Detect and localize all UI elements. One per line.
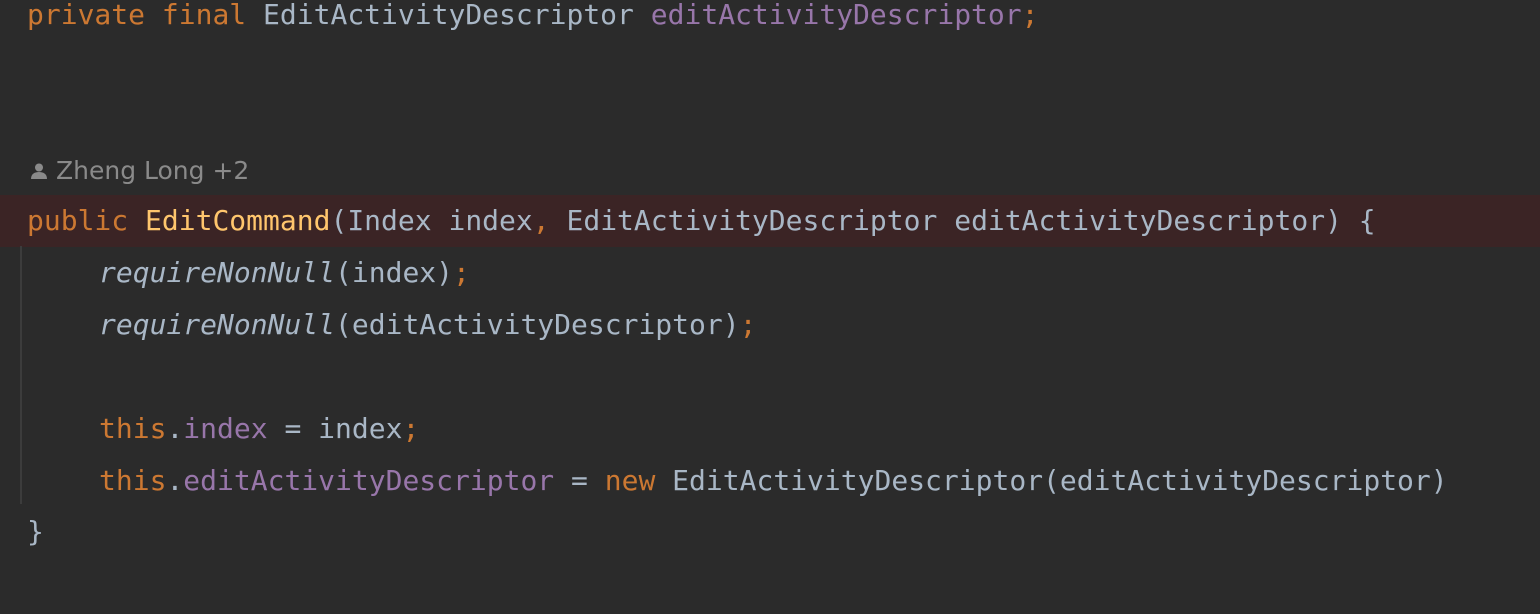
code-line-field-declaration[interactable]: private final EditActivityDescriptor edi… (0, 0, 1540, 41)
code-line-require-descriptor[interactable]: requireNonNull(editActivityDescriptor); (0, 299, 1540, 351)
method-require-non-null: requireNonNull (99, 308, 336, 341)
field-type: EditActivityDescriptor (263, 0, 634, 31)
code-author-inlay-hint[interactable]: Zheng Long +2 (30, 150, 249, 192)
keyword-new: new (604, 464, 656, 497)
param-type-index: Index (347, 204, 432, 237)
param-name-descriptor: editActivityDescriptor (954, 204, 1326, 237)
dot: . (166, 412, 184, 445)
method-args: (index) (335, 256, 454, 289)
param-type-descriptor: EditActivityDescriptor (566, 204, 938, 237)
constructor-call: EditActivityDescriptor(editActivityDescr… (655, 464, 1448, 497)
assignment-rhs: = index (267, 412, 403, 445)
semicolon: ; (1021, 0, 1039, 31)
code-editor[interactable]: private final EditActivityDescriptor edi… (0, 0, 1540, 614)
field-name: editActivityDescriptor (650, 0, 1022, 31)
method-args: (editActivityDescriptor) (335, 308, 740, 341)
user-icon (30, 162, 48, 180)
comma: , (532, 204, 550, 237)
close-paren-open-brace: ) { (1325, 204, 1376, 237)
dot: . (166, 464, 184, 497)
code-line-closing-brace[interactable]: } (0, 506, 1540, 558)
code-line-require-index[interactable]: requireNonNull(index); (0, 247, 1540, 299)
method-require-non-null: requireNonNull (99, 256, 336, 289)
keyword-public: public (27, 204, 129, 237)
constructor-name: EditCommand (145, 204, 331, 237)
code-line-assign-descriptor[interactable]: this.editActivityDescriptor = new EditAc… (0, 455, 1540, 507)
keyword-private: private (27, 0, 146, 31)
code-line-constructor-signature[interactable]: public EditCommand(Index index, EditActi… (0, 195, 1540, 247)
closing-brace: } (27, 515, 44, 548)
keyword-this: this (99, 464, 167, 497)
semicolon: ; (453, 256, 470, 289)
author-label: Zheng Long +2 (56, 156, 250, 185)
keyword-this: this (99, 412, 167, 445)
code-line-assign-index[interactable]: this.index = index; (0, 403, 1540, 455)
keyword-final: final (161, 0, 247, 31)
field-edit-activity-descriptor: editActivityDescriptor (183, 464, 555, 497)
equals: = (554, 464, 605, 497)
semicolon: ; (739, 308, 757, 341)
semicolon: ; (402, 412, 420, 445)
field-index: index (183, 412, 268, 445)
open-paren: ( (330, 204, 348, 237)
param-name-index: index (448, 204, 533, 237)
